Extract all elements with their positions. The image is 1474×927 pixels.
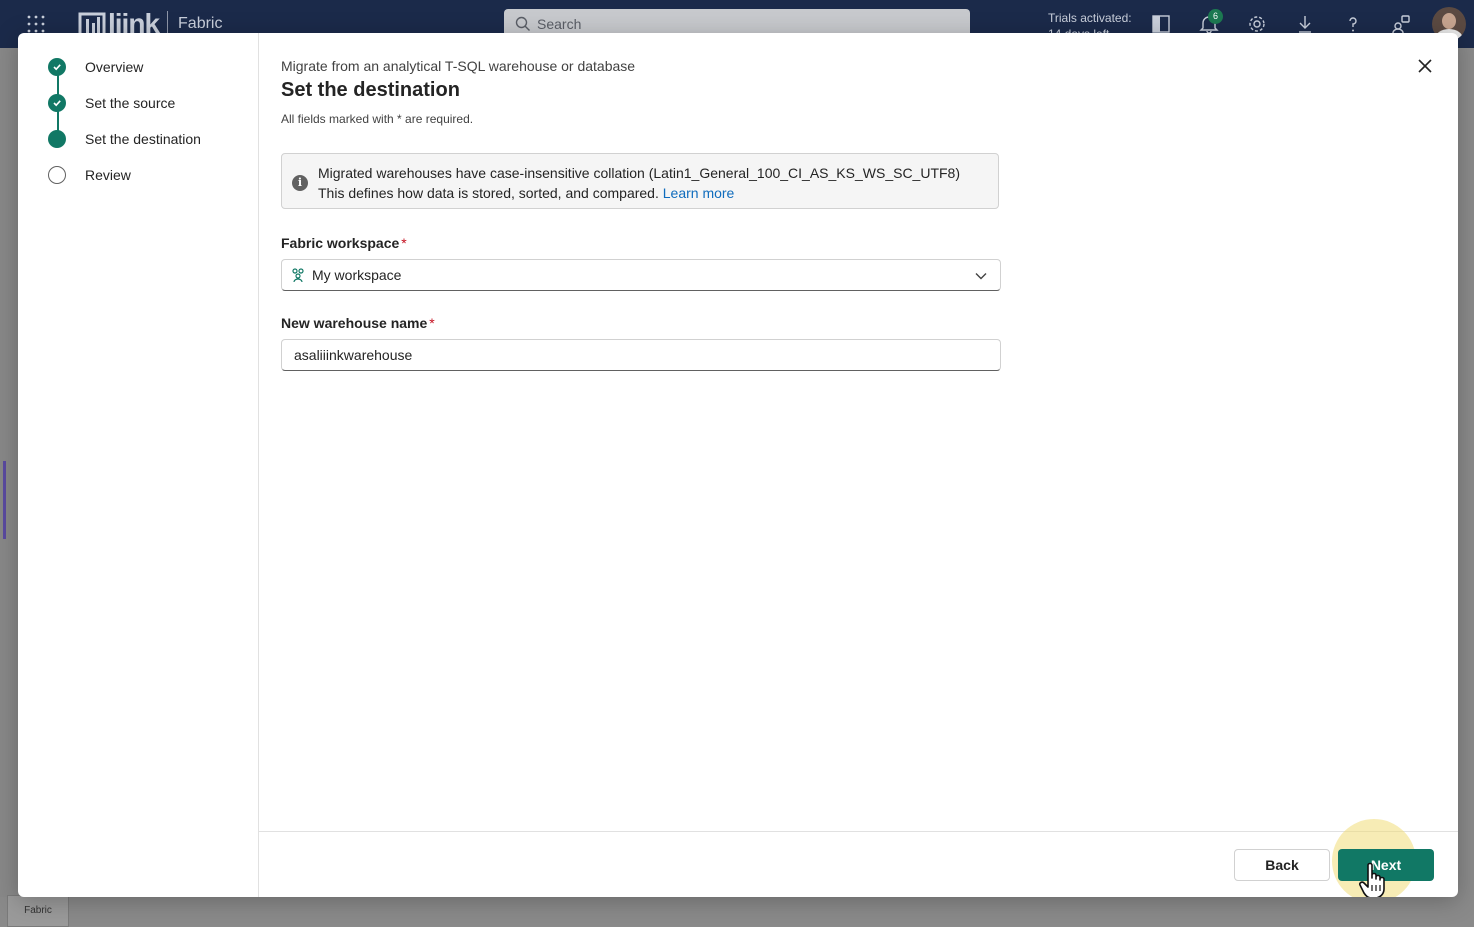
hand-pointer-cursor-icon bbox=[1359, 862, 1385, 897]
app-launcher-icon[interactable] bbox=[27, 15, 45, 33]
share-feedback-icon[interactable] bbox=[1391, 14, 1411, 34]
trial-status-line1: Trials activated: bbox=[1048, 11, 1132, 25]
required-asterisk: * bbox=[429, 315, 435, 331]
info-icon: i bbox=[292, 175, 308, 191]
workspace-dropdown[interactable]: My workspace bbox=[281, 259, 1001, 291]
step-label: Set the destination bbox=[85, 131, 201, 147]
workspace-selected-value: My workspace bbox=[312, 267, 402, 283]
close-icon[interactable] bbox=[1416, 57, 1434, 75]
warehouse-name-label-text: New warehouse name bbox=[281, 315, 428, 331]
migration-wizard-dialog: Overview Set the source Set the destinat… bbox=[18, 33, 1458, 897]
avatar-face bbox=[1442, 13, 1456, 29]
required-fields-note: All fields marked with * are required. bbox=[281, 112, 474, 126]
search-icon bbox=[515, 16, 530, 31]
background-bottom-bar bbox=[0, 897, 1474, 925]
warehouse-name-input[interactable]: asaliiinkwarehouse bbox=[281, 339, 1001, 371]
info-message-body: This defines how data is stored, sorted,… bbox=[318, 185, 663, 201]
workspace-field-label: Fabric workspace * bbox=[281, 235, 407, 251]
chevron-down-icon bbox=[975, 273, 987, 280]
search-placeholder: Search bbox=[537, 16, 582, 32]
background-nav-selected-indicator bbox=[3, 461, 6, 539]
step-set-source[interactable]: Set the source bbox=[48, 92, 175, 114]
back-button[interactable]: Back bbox=[1234, 849, 1330, 881]
learn-more-link[interactable]: Learn more bbox=[663, 185, 735, 201]
step-complete-icon bbox=[48, 58, 66, 76]
page-title: Set the destination bbox=[281, 79, 460, 101]
step-review[interactable]: Review bbox=[48, 164, 131, 186]
required-asterisk: * bbox=[401, 235, 407, 251]
step-complete-icon bbox=[48, 94, 66, 112]
product-name: Fabric bbox=[178, 15, 223, 32]
download-icon[interactable] bbox=[1295, 14, 1315, 34]
step-label: Set the source bbox=[85, 95, 176, 111]
notifications-badge: 6 bbox=[1208, 9, 1223, 24]
step-pending-icon bbox=[48, 166, 66, 184]
background-fabric-tab[interactable]: Fabric bbox=[7, 895, 69, 927]
step-label: Overview bbox=[85, 59, 144, 75]
info-message-bold: Migrated warehouses have case-insensitiv… bbox=[318, 165, 961, 181]
wizard-breadcrumb: Migrate from an analytical T-SQL warehou… bbox=[281, 58, 636, 74]
workspace-icon bbox=[292, 268, 304, 283]
help-icon[interactable] bbox=[1343, 14, 1363, 34]
workspace-label-text: Fabric workspace bbox=[281, 235, 400, 251]
collation-info-message: i Migrated warehouses have case-insensit… bbox=[281, 153, 999, 209]
settings-icon[interactable] bbox=[1247, 14, 1267, 34]
step-label: Review bbox=[85, 167, 131, 183]
step-set-destination[interactable]: Set the destination bbox=[48, 128, 201, 150]
step-current-icon bbox=[48, 130, 66, 148]
footer-divider bbox=[259, 831, 1458, 832]
step-overview[interactable]: Overview bbox=[48, 56, 143, 78]
trial-icon[interactable] bbox=[1151, 14, 1171, 34]
wizard-stepper: Overview Set the source Set the destinat… bbox=[18, 33, 259, 897]
info-message-text: Migrated warehouses have case-insensitiv… bbox=[318, 163, 988, 203]
warehouse-name-field-label: New warehouse name * bbox=[281, 315, 435, 331]
